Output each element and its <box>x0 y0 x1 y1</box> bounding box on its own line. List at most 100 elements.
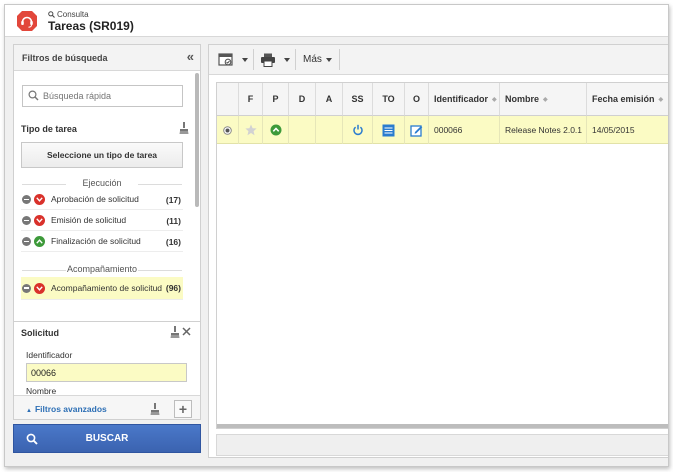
name-cell: Release Notes 2.0.1 <box>500 116 587 144</box>
toolbar-divider <box>339 49 340 70</box>
add-filter-button[interactable]: + <box>174 400 192 418</box>
advanced-filters-label: Filtros avanzados <box>34 404 107 414</box>
column-label: O <box>412 94 420 104</box>
header: Consulta Tareas (SR019) <box>5 5 668 37</box>
chevron-down-icon <box>34 282 45 294</box>
task-type-count: (96) <box>165 283 181 293</box>
search-icon <box>28 90 39 104</box>
star-icon <box>244 124 257 136</box>
breadcrumb-label: Consulta <box>57 10 89 19</box>
sort-icon: ◆ <box>658 96 664 103</box>
column-label: TO <box>382 94 395 104</box>
ss-cell <box>343 116 373 144</box>
toolbar-divider <box>295 49 296 70</box>
toolbar: Más <box>209 45 668 75</box>
task-type-item-acompanamiento[interactable]: Acompañamiento de solicitud (96) <box>21 277 183 300</box>
clear-filters-icon[interactable] <box>150 403 160 415</box>
clear-task-type-icon[interactable] <box>179 122 189 134</box>
toolbar-divider <box>253 49 254 70</box>
favorite-cell[interactable] <box>239 116 263 144</box>
minus-icon <box>22 216 31 225</box>
print-dropdown[interactable] <box>284 45 290 74</box>
task-type-item-aprobacion[interactable]: Aprobación de solicitud (17) <box>21 190 183 210</box>
o-cell[interactable] <box>405 116 429 144</box>
row-radio[interactable] <box>217 116 239 144</box>
print-icon <box>261 53 275 67</box>
breadcrumb[interactable]: Consulta <box>48 10 89 19</box>
task-type-count: (17) <box>165 194 181 205</box>
advanced-filters-toggle[interactable]: ▲ Filtros avanzados <box>26 404 107 414</box>
document-icon <box>382 124 395 136</box>
advanced-filters-bar: ▲ Filtros avanzados + <box>14 395 200 419</box>
priority-cell <box>263 116 289 144</box>
column-header-identificador[interactable]: Identificador ◆ <box>429 83 500 116</box>
sort-icon: ◆ <box>543 96 548 103</box>
column-header-ss[interactable]: SS <box>343 83 373 116</box>
task-type-label: Acompañamiento de solicitud <box>51 282 163 293</box>
more-menu-button[interactable]: Más <box>303 45 332 74</box>
caret-down-icon <box>284 57 290 62</box>
grid-horizontal-scrollbar[interactable] <box>217 424 668 428</box>
clear-request-icon[interactable] <box>170 326 180 338</box>
collapse-panel-icon[interactable]: « <box>187 50 194 63</box>
close-icon[interactable] <box>182 327 192 339</box>
column-header-a[interactable]: A <box>316 83 343 116</box>
select-task-type-button[interactable]: Seleccione un tipo de tarea <box>21 142 183 168</box>
quick-search-box <box>22 85 183 107</box>
view-mode-button[interactable] <box>218 45 234 74</box>
search-button[interactable]: BUSCAR <box>13 424 201 453</box>
to-cell <box>373 116 405 144</box>
identifier-label: Identificador <box>26 350 73 360</box>
filter-panel-scrollbar[interactable] <box>195 73 199 207</box>
identifier-cell: 000066 <box>429 116 500 144</box>
task-type-count: (16) <box>165 236 181 247</box>
minus-icon <box>22 237 31 246</box>
chevron-down-icon <box>34 194 45 205</box>
priority-up-icon <box>270 124 281 136</box>
results-panel: Más F P D A SS TO O Identificador ◆ Nombr… <box>208 44 668 458</box>
task-type-count: (11) <box>166 215 181 226</box>
column-header-fecha-emision[interactable]: Fecha emisión ◆ <box>587 83 668 116</box>
search-icon <box>48 11 55 18</box>
issue-date-cell: 14/05/2015 <box>592 125 635 135</box>
task-type-label: Aprobación de solicitud <box>51 194 139 204</box>
column-header-p[interactable]: P <box>263 83 289 116</box>
view-mode-dropdown[interactable] <box>242 45 248 74</box>
results-grid: F P D A SS TO O Identificador ◆ Nombre ◆ F… <box>216 82 668 429</box>
column-label: Nombre <box>505 94 540 104</box>
column-label: D <box>298 94 306 104</box>
column-label: Fecha emisión <box>592 94 655 104</box>
page-title: Tareas (SR019) <box>48 19 134 33</box>
execution-group-title: Ejecución <box>14 178 190 188</box>
tracking-group-title: Acompañamiento <box>14 264 190 274</box>
task-type-item-finalizacion[interactable]: Finalización de solicitud (16) <box>21 232 183 252</box>
minus-icon <box>22 283 31 293</box>
search-button-label: BUSCAR <box>85 433 129 444</box>
select-column-header <box>217 83 239 116</box>
filter-panel-header: Filtros de búsqueda « <box>14 45 200 71</box>
caret-down-icon <box>325 57 332 62</box>
quick-search-input[interactable] <box>43 89 178 103</box>
chevron-up-icon <box>34 236 45 247</box>
column-label: Identificador <box>434 94 489 104</box>
support-logo-icon <box>16 10 38 32</box>
column-header-to[interactable]: TO <box>373 83 405 116</box>
task-type-title: Tipo de tarea <box>21 124 77 134</box>
column-header-nombre[interactable]: Nombre ◆ <box>500 83 587 116</box>
search-icon <box>26 433 38 448</box>
column-header-d[interactable]: D <box>289 83 316 116</box>
more-menu-label: Más <box>303 54 322 65</box>
filter-panel: Filtros de búsqueda « Tipo de tarea Sele… <box>13 44 201 420</box>
task-type-label: Finalización de solicitud <box>51 236 141 246</box>
caret-down-icon <box>242 57 248 62</box>
identifier-field[interactable] <box>26 363 187 382</box>
column-label: A <box>325 94 333 104</box>
d-cell <box>289 116 316 144</box>
a-cell <box>316 116 343 144</box>
column-header-o[interactable]: O <box>405 83 429 116</box>
table-row[interactable]: 000066 Release Notes 2.0.1 14/05/2015 <box>217 116 668 144</box>
print-button[interactable] <box>260 45 276 74</box>
request-section-header: Solicitud <box>14 321 200 343</box>
task-type-item-emision[interactable]: Emisión de solicitud (11) <box>21 211 183 231</box>
column-header-f[interactable]: F <box>239 83 263 116</box>
